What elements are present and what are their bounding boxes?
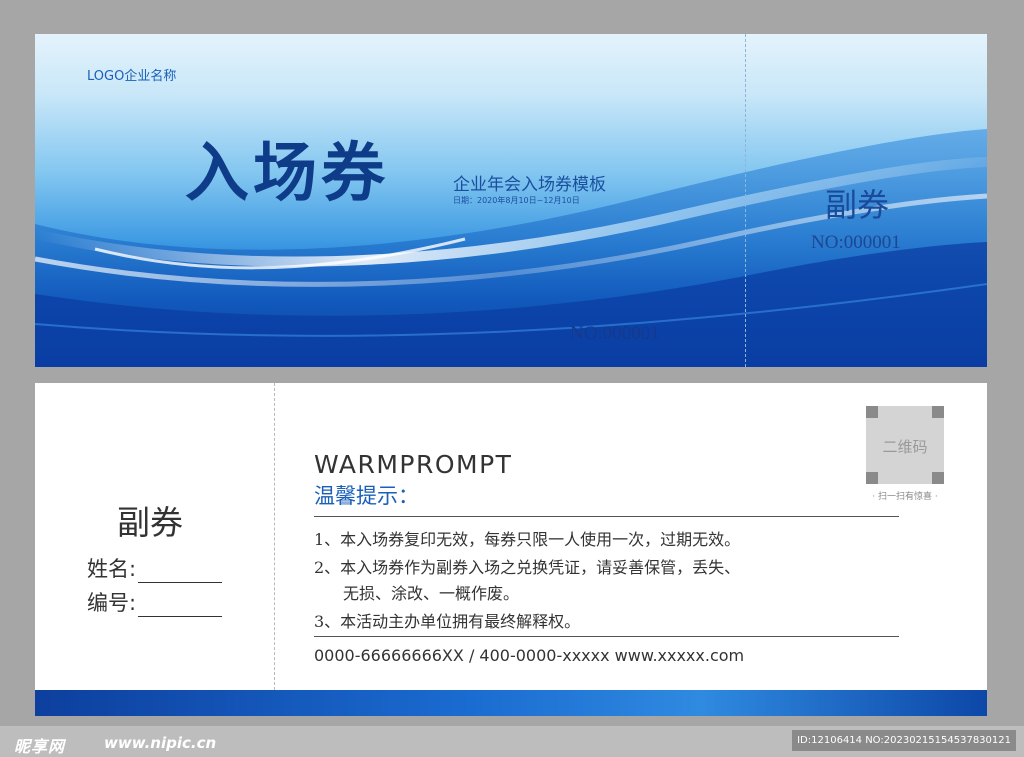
ticket-title: 入场券 (185, 136, 389, 211)
divider (314, 516, 899, 517)
footer-strip: 昵享网 www.nipic.cn ID:12106414 NO:20230215… (0, 726, 1024, 757)
name-blank (138, 563, 223, 583)
site-url[interactable]: www.nipic.cn (104, 734, 216, 752)
site-brand: 昵享网 (14, 737, 66, 756)
qr-code-placeholder: 二维码 (866, 406, 944, 484)
perforation-line (274, 383, 275, 690)
note-line: 2、本入场券作为副券入场之兑换凭证，请妥善保管，丢失、 (314, 558, 741, 577)
stub-number: NO:000001 (811, 232, 901, 253)
company-logo-text: LOGO企业名称 (87, 69, 177, 84)
bottom-bar (35, 690, 987, 716)
id-field: 编号: (87, 587, 223, 617)
ticket-back: 副券 姓名: 编号: WARMPROMPT 温馨提示： 1、本入场券复印无效，每… (35, 383, 987, 716)
event-subtitle: 企业年会入场券模板 (453, 175, 606, 195)
perforation-line (745, 34, 746, 367)
image-id-badge: ID:12106414 NO:20230215154537830121 (792, 730, 1016, 751)
id-blank (138, 597, 223, 617)
warm-prompt-heading: WARMPROMPT (314, 450, 513, 479)
divider (314, 636, 899, 637)
name-label: 姓名: (87, 557, 137, 581)
note-line: 无损、涂改、一概作废。 (343, 584, 520, 603)
qr-code-label: 二维码 (882, 438, 928, 456)
name-field: 姓名: (87, 553, 223, 583)
ticket-front: LOGO企业名称 入场券 企业年会入场券模板 日期：2020年8月10日~12月… (35, 34, 987, 367)
qr-caption: · 扫一扫有惊喜 · (872, 492, 938, 502)
warm-prompt-heading-cn: 温馨提示： (314, 484, 419, 508)
event-date: 日期：2020年8月10日~12月10日 (453, 196, 580, 205)
contact-info: 0000-66666666XX / 400-0000-xxxxx www.xxx… (314, 646, 745, 665)
stub-title: 副券 (117, 503, 183, 542)
ticket-number: NO:000001 (570, 323, 660, 344)
id-label: 编号: (87, 591, 137, 615)
note-line: 1、本入场券复印无效，每券只限一人使用一次，过期无效。 (314, 530, 741, 549)
stub-title: 副券 (825, 186, 890, 224)
note-line: 3、本活动主办单位拥有最终解释权。 (314, 612, 581, 631)
